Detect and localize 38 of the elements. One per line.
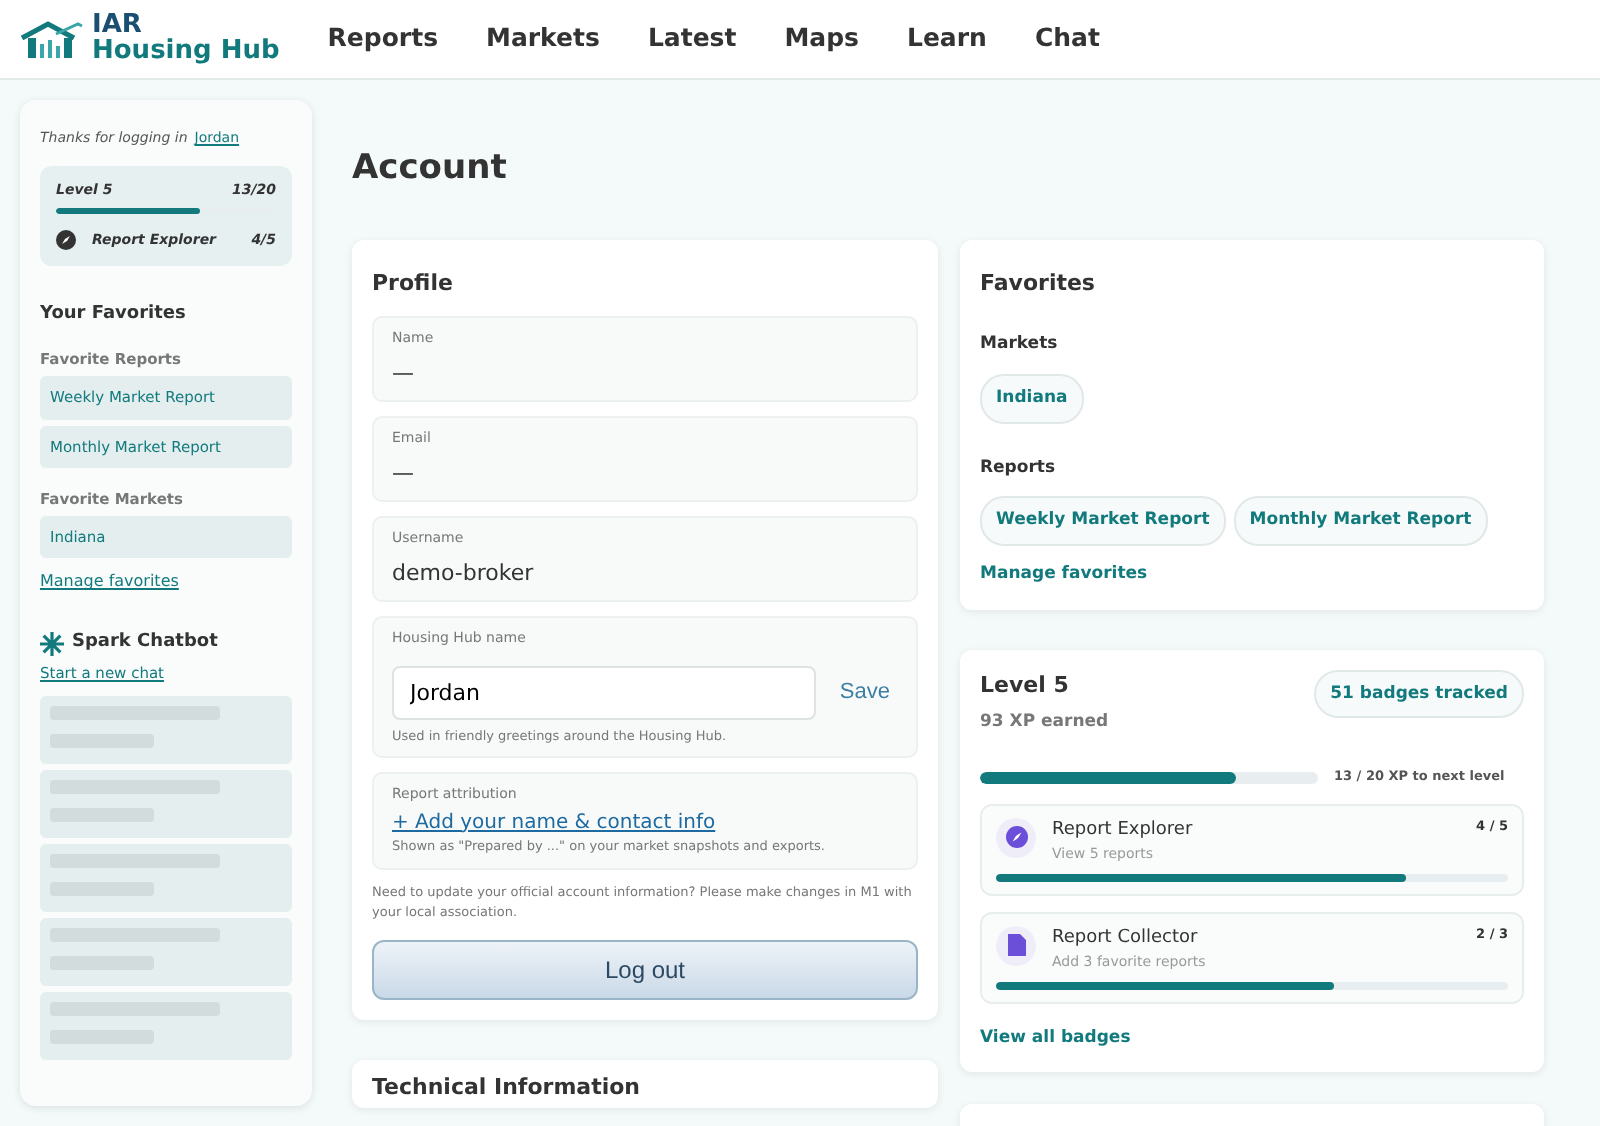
badges-count-chip: 51 badges tracked (1314, 669, 1524, 719)
card-title: Level 5 (980, 669, 1071, 701)
brand-name: Housing Hub (92, 38, 280, 64)
field-value: — (392, 457, 416, 489)
group-heading: Markets (980, 332, 1060, 358)
compass-icon (56, 230, 76, 251)
logo-icon[interactable] (20, 19, 84, 59)
group-heading: Reports (980, 455, 1058, 481)
view-badges-link[interactable]: View all badges (980, 1027, 1131, 1047)
field-value: demo-broker (392, 557, 536, 589)
add-contact-link[interactable]: + Add your name & contact info (392, 811, 716, 834)
favorite-chip[interactable]: Weekly Market Report (980, 496, 1226, 546)
card-title: Technical Information (372, 1071, 642, 1103)
manage-favorites-link[interactable]: Manage favorites (980, 562, 1148, 588)
compass-icon (1005, 826, 1027, 848)
save-link[interactable]: Save (831, 675, 898, 709)
document-icon (1007, 934, 1025, 956)
logout-button[interactable]: Log out (372, 939, 918, 999)
manage-favorites-link[interactable]: Manage favorites (40, 572, 179, 591)
favorite-chip[interactable]: Monthly Market Report (1233, 496, 1488, 546)
xp-text: 93 XP earned (980, 710, 1109, 736)
badge-name: Report Explorer (1052, 817, 1195, 843)
section-heading: Your Favorites (40, 301, 188, 327)
nav-link[interactable]: Latest (647, 20, 737, 58)
nav-link[interactable]: Markets (486, 20, 600, 58)
nav-link[interactable]: Chat (1034, 20, 1100, 58)
nav-link[interactable]: Maps (784, 20, 859, 58)
favorite-chip[interactable]: Indiana (980, 373, 1084, 423)
section-heading: Spark Chatbot (72, 629, 218, 656)
card-title: Favorites (980, 267, 1097, 299)
sparkle-icon (40, 631, 64, 655)
nav-link[interactable]: Reports (327, 20, 439, 58)
nav-link[interactable]: Learn (906, 20, 987, 58)
card-title: Profile (372, 267, 455, 299)
page-title: Account (352, 146, 509, 192)
badge-name: Report Collector (1052, 925, 1200, 951)
brand-name: IAR (92, 14, 142, 38)
field-value: — (392, 357, 416, 389)
